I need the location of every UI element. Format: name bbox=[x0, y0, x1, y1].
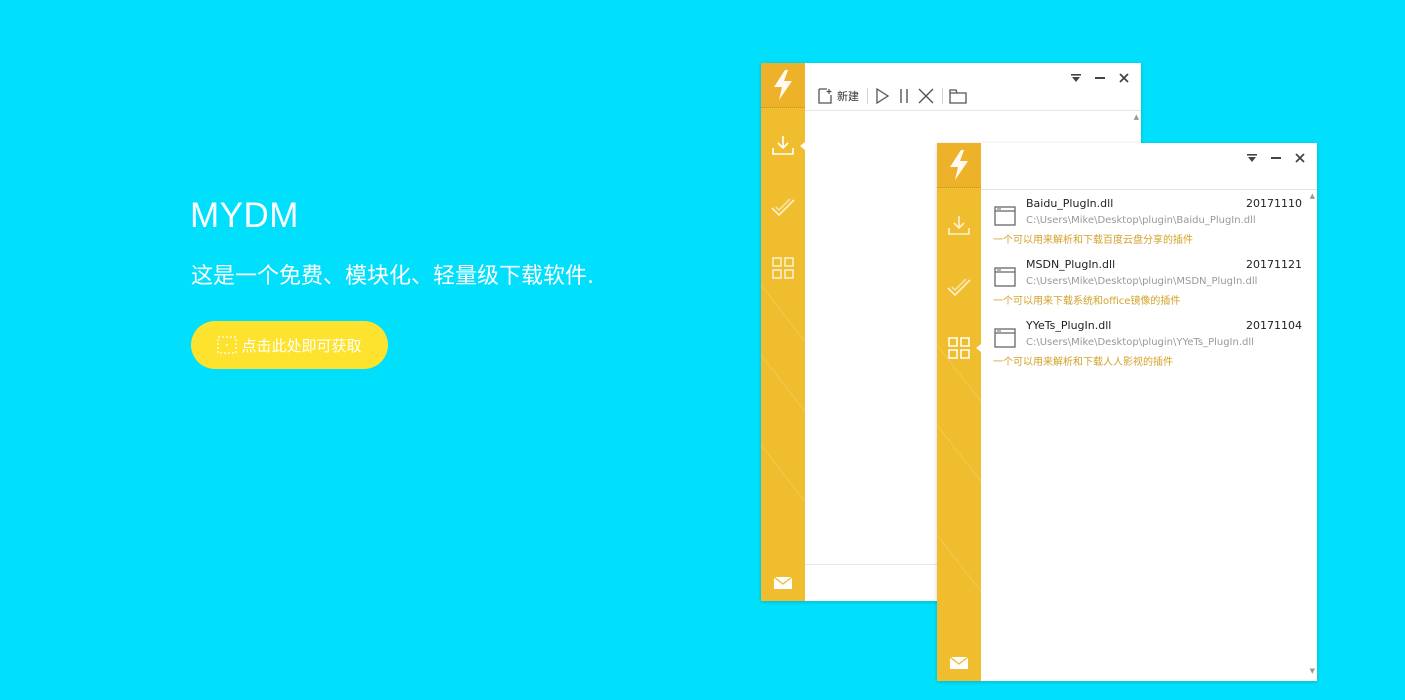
lightning-logo-icon bbox=[761, 63, 805, 108]
plugin-list: Baidu_PlugIn.dll 20171110 C:\Users\Mike\… bbox=[981, 193, 1309, 376]
plugin-item[interactable]: YYeTs_PlugIn.dll 20171104 C:\Users\Mike\… bbox=[981, 315, 1309, 376]
hero-title: MYDM bbox=[190, 196, 299, 235]
folder-icon bbox=[949, 89, 967, 104]
plugin-date: 20171104 bbox=[1246, 319, 1302, 332]
toolbar: 新建 bbox=[817, 86, 973, 106]
close-button[interactable] bbox=[1117, 71, 1131, 85]
new-task-label: 新建 bbox=[837, 90, 859, 103]
downloads-tab[interactable] bbox=[944, 211, 974, 241]
window-controls bbox=[1245, 151, 1307, 165]
plugin-path: C:\Users\Mike\Desktop\plugin\Baidu_PlugI… bbox=[1026, 215, 1256, 226]
plugin-name: MSDN_PlugIn.dll bbox=[1026, 258, 1116, 271]
hero-subtitle: 这是一个免费、模块化、轻量级下载软件. bbox=[191, 264, 594, 289]
plugin-path: C:\Users\Mike\Desktop\plugin\YYeTs_PlugI… bbox=[1026, 337, 1254, 348]
plugin-window: ▲ ▼ Baidu_PlugIn.dll 20171110 C:\Users\M… bbox=[937, 143, 1317, 681]
pause-icon bbox=[900, 89, 908, 103]
close-icon bbox=[918, 88, 934, 104]
plugin-item[interactable]: MSDN_PlugIn.dll 20171121 C:\Users\Mike\D… bbox=[981, 254, 1309, 315]
new-task-button[interactable]: 新建 bbox=[817, 88, 859, 104]
completed-tab[interactable] bbox=[944, 273, 974, 303]
menu-dropdown-button[interactable] bbox=[1245, 151, 1259, 165]
check-icon bbox=[947, 278, 971, 297]
start-button[interactable] bbox=[874, 88, 890, 104]
menu-dropdown-button[interactable] bbox=[1069, 71, 1083, 85]
plugin-item[interactable]: Baidu_PlugIn.dll 20171110 C:\Users\Mike\… bbox=[981, 193, 1309, 254]
window-controls bbox=[1069, 71, 1131, 85]
new-file-icon bbox=[818, 88, 832, 104]
window-file-icon bbox=[994, 328, 1016, 348]
open-folder-button[interactable] bbox=[949, 88, 967, 104]
plugin-name: Baidu_PlugIn.dll bbox=[1026, 197, 1114, 210]
sidebar bbox=[761, 63, 805, 601]
mail-icon[interactable] bbox=[949, 655, 969, 671]
close-button[interactable] bbox=[1293, 151, 1307, 165]
plugin-name: YYeTs_PlugIn.dll bbox=[1026, 319, 1112, 332]
lightning-logo-icon bbox=[937, 143, 981, 188]
play-icon bbox=[876, 88, 890, 104]
window-file-icon bbox=[994, 267, 1016, 287]
plugins-tab[interactable] bbox=[944, 333, 981, 363]
delete-button[interactable] bbox=[918, 88, 934, 104]
check-icon bbox=[771, 198, 795, 217]
minimize-button[interactable] bbox=[1093, 71, 1107, 85]
plugin-description: 一个可以用来解析和下载人人影视的插件 bbox=[993, 357, 1173, 368]
plugin-date: 20171121 bbox=[1246, 258, 1302, 271]
grid-icon bbox=[772, 257, 794, 279]
plugin-description: 一个可以用来下载系统和office镜像的插件 bbox=[993, 296, 1181, 307]
plugin-date: 20171110 bbox=[1246, 197, 1302, 210]
scroll-down-arrow[interactable]: ▼ bbox=[1310, 667, 1315, 675]
get-app-button[interactable]: 点击此处即可获取 bbox=[191, 321, 388, 369]
plugin-description: 一个可以用来解析和下载百度云盘分享的插件 bbox=[993, 235, 1193, 246]
scroll-up-arrow[interactable]: ▲ bbox=[1134, 113, 1139, 121]
mail-icon[interactable] bbox=[773, 575, 793, 591]
download-icon bbox=[772, 136, 794, 155]
downloads-tab[interactable] bbox=[768, 131, 805, 161]
grid-icon bbox=[948, 337, 970, 359]
pause-button[interactable] bbox=[896, 88, 912, 104]
window-file-icon bbox=[994, 206, 1016, 226]
plugins-tab[interactable] bbox=[768, 253, 798, 283]
scroll-up-arrow[interactable]: ▲ bbox=[1310, 192, 1315, 200]
scan-icon bbox=[217, 336, 238, 354]
minimize-button[interactable] bbox=[1269, 151, 1283, 165]
download-icon bbox=[948, 216, 970, 235]
sidebar bbox=[937, 143, 981, 681]
plugin-path: C:\Users\Mike\Desktop\plugin\MSDN_PlugIn… bbox=[1026, 276, 1258, 287]
completed-tab[interactable] bbox=[768, 193, 798, 223]
get-app-label: 点击此处即可获取 bbox=[241, 336, 362, 355]
